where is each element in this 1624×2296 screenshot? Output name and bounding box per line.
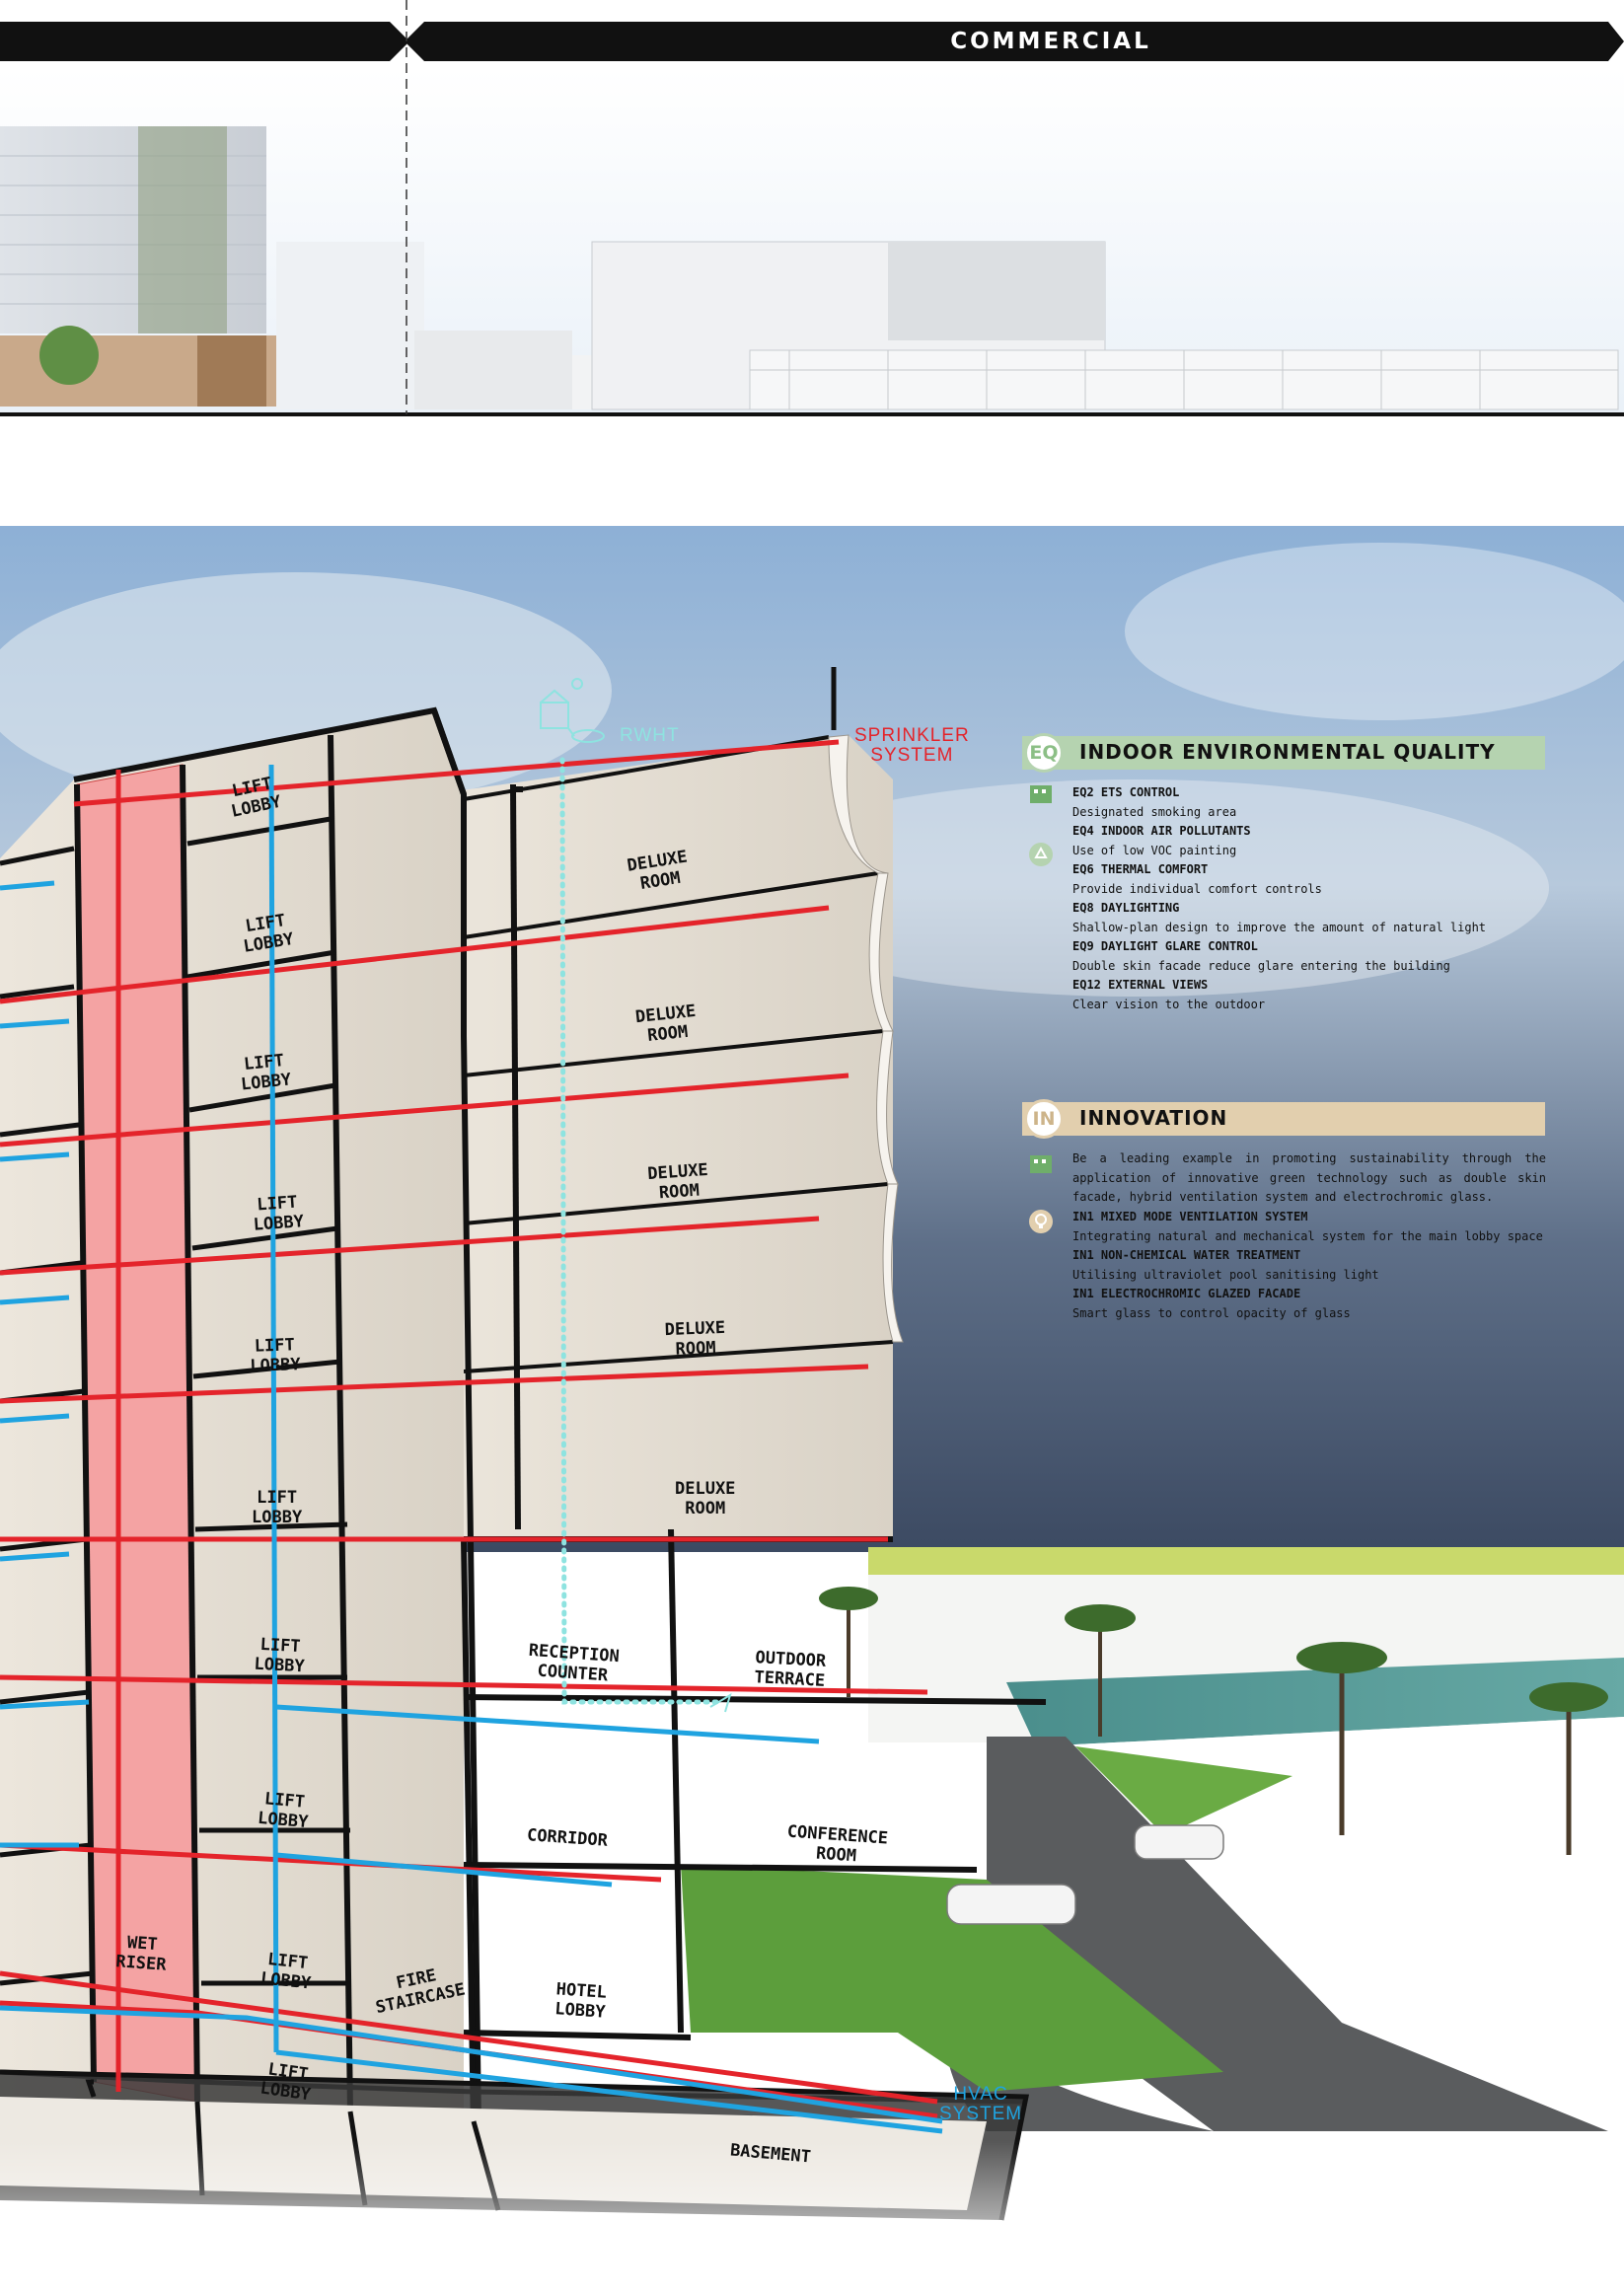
eq-item-6: EQ12 EXTERNAL VIEWS Clear vision to the … <box>1072 976 1546 1014</box>
label-reception-counter: RECEPTION COUNTER <box>528 1640 621 1686</box>
in-item-3-code: IN1 ELECTROCHROMIC GLAZED FACADE <box>1072 1287 1301 1300</box>
eq-item-6-desc: Clear vision to the outdoor <box>1072 997 1266 1011</box>
in-intro-text: Be a leading example in promoting sustai… <box>1072 1151 1546 1205</box>
label-rwht: RWHT <box>620 725 680 746</box>
in-badge: IN <box>1024 1099 1064 1139</box>
label-deluxe-room-5: DELUXE ROOM <box>675 1479 736 1518</box>
in-item-1-code: IN1 MIXED MODE VENTILATION SYSTEM <box>1072 1210 1308 1223</box>
label-lift-lobby-6: LIFT LOBBY <box>252 1488 303 1527</box>
label-lift-lobby-5: LIFT LOBBY <box>250 1335 301 1376</box>
eq-item-4: EQ8 DAYLIGHTING Shallow-plan design to i… <box>1072 899 1546 937</box>
in-intro: Be a leading example in promoting sustai… <box>1072 1149 1546 1208</box>
label-deluxe-room-3: DELUXE ROOM <box>646 1159 709 1204</box>
eq-item-2-desc: Use of low VOC painting <box>1072 843 1237 857</box>
label-lift-lobby-7: LIFT LOBBY <box>253 1634 306 1677</box>
label-wet-riser: WET RISER <box>114 1932 168 1975</box>
in-item-2-desc: Utilising ultraviolet pool sanitising li… <box>1072 1267 1379 1282</box>
label-outdoor-terrace: OUTDOOR TERRACE <box>754 1648 827 1691</box>
label-deluxe-room-4: DELUXE ROOM <box>664 1317 726 1360</box>
in-item-3-desc: Smart glass to control opacity of glass <box>1072 1305 1351 1320</box>
in-item-2: IN1 NON-CHEMICAL WATER TREATMENT Utilisi… <box>1072 1246 1546 1285</box>
in-item-3: IN1 ELECTROCHROMIC GLAZED FACADE Smart g… <box>1072 1285 1546 1323</box>
label-deluxe-room-2: DELUXE ROOM <box>634 1000 698 1047</box>
label-sprinkler-system: SPRINKLER SYSTEM <box>854 725 970 766</box>
label-hvac-system: HVAC SYSTEM <box>939 2084 1023 2124</box>
eq-item-1-desc: Designated smoking area <box>1072 804 1237 819</box>
label-conference-room: CONFERENCE ROOM <box>786 1821 889 1867</box>
in-item-2-code: IN1 NON-CHEMICAL WATER TREATMENT <box>1072 1248 1301 1262</box>
label-lift-lobby-4: LIFT LOBBY <box>253 1192 305 1235</box>
idea-bulb-icon <box>1029 1210 1053 1233</box>
eq-item-2-code: EQ4 INDOOR AIR POLLUTANTS <box>1072 824 1251 838</box>
eq-item-4-code: EQ8 DAYLIGHTING <box>1072 901 1180 915</box>
in-item-1-desc: Integrating natural and mechanical syste… <box>1072 1228 1543 1243</box>
label-lift-lobby-3: LIFT LOBBY <box>240 1050 293 1095</box>
in-title: INNOVATION <box>1079 1106 1228 1130</box>
green-building-icon <box>1030 1155 1052 1173</box>
label-lift-lobby-8: LIFT LOBBY <box>257 1789 310 1833</box>
eq-item-2: EQ4 INDOOR AIR POLLUTANTS Use of low VOC… <box>1072 822 1546 860</box>
eq-item-5: EQ9 DAYLIGHT GLARE CONTROL Double skin f… <box>1072 937 1546 976</box>
eq-item-3-code: EQ6 THERMAL COMFORT <box>1072 862 1209 876</box>
label-lift-lobby-10: LIFT LOBBY <box>258 2059 312 2106</box>
eq-item-5-desc: Double skin facade reduce glare entering… <box>1072 958 1450 973</box>
eq-item-1-code: EQ2 ETS CONTROL <box>1072 785 1180 799</box>
eq-item-3-desc: Provide individual comfort controls <box>1072 881 1322 896</box>
in-item-1: IN1 MIXED MODE VENTILATION SYSTEM Integr… <box>1072 1208 1546 1246</box>
label-lift-lobby-2: LIFT LOBBY <box>242 911 296 957</box>
recycle-icon <box>1029 843 1053 866</box>
eq-item-4-desc: Shallow-plan design to improve the amoun… <box>1072 920 1487 934</box>
label-hotel-lobby: HOTEL LOBBY <box>554 1979 608 2023</box>
label-lift-lobby-9: LIFT LOBBY <box>259 1949 313 1994</box>
eq-title: INDOOR ENVIRONMENTAL QUALITY <box>1079 740 1496 764</box>
eq-item-6-code: EQ12 EXTERNAL VIEWS <box>1072 978 1209 992</box>
eq-item-3: EQ6 THERMAL COMFORT Provide individual c… <box>1072 860 1546 899</box>
eq-item-1: EQ2 ETS CONTROL Designated smoking area <box>1072 783 1546 822</box>
elevation-section: COMMERCIAL <box>0 0 1624 434</box>
eq-badge: EQ <box>1024 733 1064 773</box>
eq-item-5-code: EQ9 DAYLIGHT GLARE CONTROL <box>1072 939 1258 953</box>
green-building-icon <box>1030 785 1052 803</box>
elevation-drawing <box>0 0 1624 416</box>
